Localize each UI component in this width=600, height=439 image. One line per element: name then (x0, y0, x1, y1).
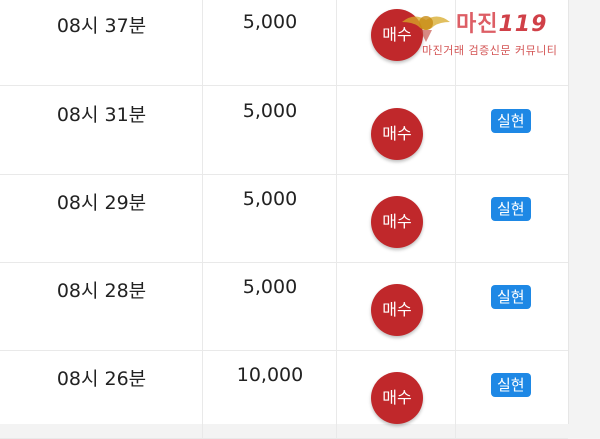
table-row: 08시 26분 10,000 매수 실현 (0, 350, 568, 439)
trade-amount: 5,000 (242, 188, 298, 210)
trade-time: 08시 26분 (56, 368, 147, 390)
realized-badge[interactable]: 실현 (491, 109, 531, 133)
watermark-title-suffix: 119 (498, 12, 548, 37)
trade-amount: 10,000 (236, 364, 304, 386)
site-watermark: 마진119 마진거래 검증신문 커뮤니티 (396, 4, 596, 60)
watermark-title: 마진119 (456, 6, 547, 38)
table-row: 08시 29분 5,000 매수 실현 (0, 174, 568, 263)
trade-table: 08시 37분 5,000 매수 08시 31분 5,000 매수 실현 08시… (0, 0, 569, 439)
table-row: 08시 28분 5,000 매수 실현 (0, 262, 568, 351)
trade-time: 08시 31분 (56, 104, 147, 126)
trade-amount: 5,000 (242, 100, 298, 122)
trade-time: 08시 37분 (56, 15, 147, 37)
trade-time: 08시 29분 (56, 192, 147, 214)
realized-badge[interactable]: 실현 (491, 197, 531, 221)
emblem-icon (402, 16, 450, 42)
buy-button[interactable]: 매수 (371, 196, 423, 248)
buy-button[interactable]: 매수 (371, 284, 423, 336)
buy-button[interactable]: 매수 (371, 108, 423, 160)
watermark-subtitle: 마진거래 검증신문 커뮤니티 (422, 44, 558, 57)
trade-time: 08시 28분 (56, 280, 147, 302)
watermark-title-main: 마진 (456, 12, 499, 37)
buy-button[interactable]: 매수 (371, 372, 423, 424)
table-row: 08시 31분 5,000 매수 실현 (0, 86, 568, 175)
trade-amount: 5,000 (242, 276, 298, 298)
trade-amount: 5,000 (242, 11, 298, 33)
realized-badge[interactable]: 실현 (491, 373, 531, 397)
realized-badge[interactable]: 실현 (491, 285, 531, 309)
